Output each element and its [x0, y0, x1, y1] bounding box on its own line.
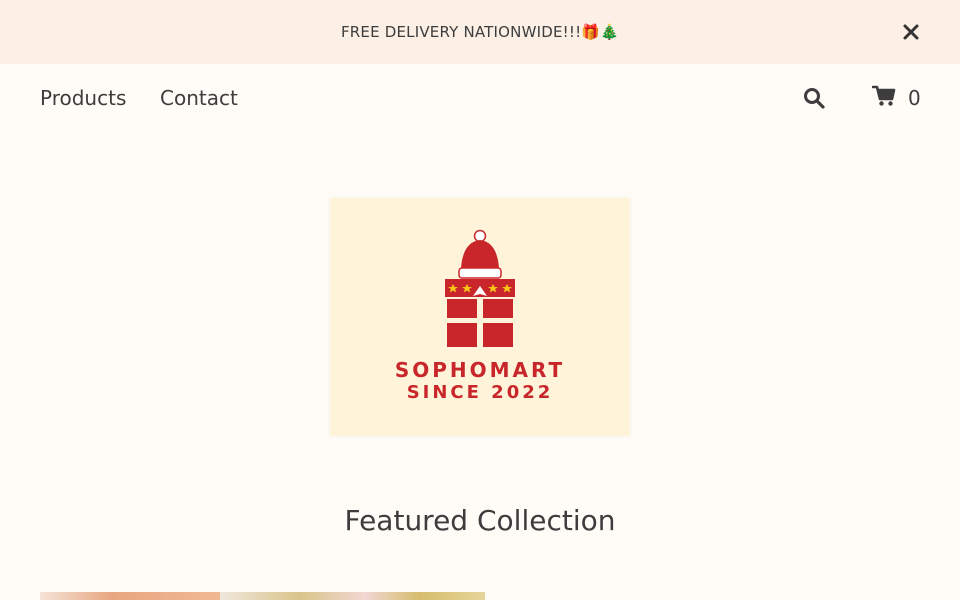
cart-icon [871, 85, 896, 111]
nav-link-contact[interactable]: Contact [160, 86, 238, 110]
featured-collection-title: Featured Collection [344, 504, 616, 537]
main-nav: Products Contact 0 [0, 64, 960, 132]
product-image[interactable] [220, 592, 485, 600]
logo-since: SINCE 2022 [406, 382, 554, 403]
logo-name: SOPHOMART [394, 358, 566, 382]
close-icon[interactable] [900, 21, 922, 43]
announcement-bar: FREE DELIVERY NATIONWIDE!!!🎁🎄 [0, 0, 960, 64]
store-logo[interactable]: SOPHOMART SINCE 2022 [330, 198, 630, 436]
gift-santa-hat-icon [445, 229, 515, 347]
nav-link-products[interactable]: Products [40, 86, 126, 110]
cart-button[interactable]: 0 [871, 85, 921, 111]
product-image[interactable] [40, 592, 220, 600]
cart-count: 0 [908, 86, 921, 110]
announcement-text: FREE DELIVERY NATIONWIDE!!!🎁🎄 [340, 23, 620, 41]
search-icon[interactable] [803, 87, 825, 109]
